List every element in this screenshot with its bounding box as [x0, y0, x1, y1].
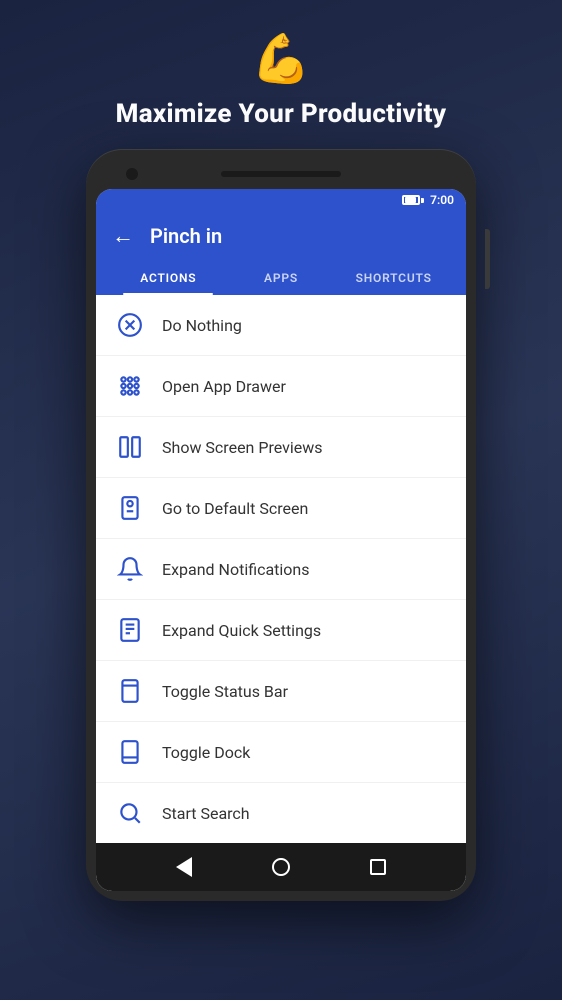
dock-icon: [116, 738, 144, 766]
header-title: Maximize Your Productivity: [116, 99, 447, 129]
toolbar-top: ← Pinch in: [112, 223, 450, 261]
action-item-go-to-default-screen[interactable]: Go to Default Screen: [96, 478, 466, 539]
action-item-expand-quick-settings[interactable]: Expand Quick Settings: [96, 600, 466, 661]
nav-recents-button[interactable]: [366, 855, 390, 879]
phone-top-bar: [96, 165, 466, 189]
action-label-expand-quick-settings: Expand Quick Settings: [162, 621, 321, 640]
action-label-open-app-drawer: Open App Drawer: [162, 377, 286, 396]
action-item-toggle-status-bar[interactable]: Toggle Status Bar: [96, 661, 466, 722]
status-bar: 7:00: [96, 189, 466, 211]
recents-square-icon: [370, 859, 386, 875]
header-section: 💪 Maximize Your Productivity: [96, 0, 467, 149]
action-item-open-app-drawer[interactable]: Open App Drawer: [96, 356, 466, 417]
action-label-toggle-status-bar: Toggle Status Bar: [162, 682, 288, 701]
action-item-start-search[interactable]: Start Search: [96, 783, 466, 843]
grid-icon: [116, 372, 144, 400]
phone-wrapper: 7:00 ← Pinch in ACTIONS APPS SHORTCUTS: [86, 149, 476, 901]
action-label-toggle-dock: Toggle Dock: [162, 743, 250, 762]
speaker-bar: [221, 171, 341, 177]
tab-shortcuts[interactable]: SHORTCUTS: [337, 261, 450, 295]
app-toolbar: ← Pinch in ACTIONS APPS SHORTCUTS: [96, 211, 466, 295]
actions-list: Do Nothing Op: [96, 295, 466, 843]
action-label-expand-notifications: Expand Notifications: [162, 560, 310, 579]
x-circle-icon: [116, 311, 144, 339]
nav-home-button[interactable]: [269, 855, 293, 879]
bell-icon: [116, 555, 144, 583]
camera-dot: [126, 168, 138, 180]
action-label-show-screen-previews: Show Screen Previews: [162, 438, 323, 457]
phone-top-icon: [116, 677, 144, 705]
action-item-toggle-dock[interactable]: Toggle Dock: [96, 722, 466, 783]
phone-bottom-bar: [96, 843, 466, 891]
action-item-expand-notifications[interactable]: Expand Notifications: [96, 539, 466, 600]
action-item-show-screen-previews[interactable]: Show Screen Previews: [96, 417, 466, 478]
tab-apps[interactable]: APPS: [225, 261, 338, 295]
home-icon: [116, 494, 144, 522]
action-label-start-search: Start Search: [162, 804, 250, 823]
action-item-do-nothing[interactable]: Do Nothing: [96, 295, 466, 356]
side-button: [485, 229, 490, 289]
tab-actions[interactable]: ACTIONS: [112, 261, 225, 295]
search-icon: [116, 799, 144, 827]
emoji-icon: 💪: [251, 30, 311, 87]
screen-preview-icon: [116, 433, 144, 461]
back-triangle-icon: [176, 857, 192, 877]
battery-icon: [402, 195, 424, 205]
back-button[interactable]: ←: [112, 223, 134, 249]
phone-screen: 7:00 ← Pinch in ACTIONS APPS SHORTCUTS: [96, 189, 466, 891]
home-circle-icon: [272, 858, 290, 876]
action-label-go-to-default-screen: Go to Default Screen: [162, 499, 308, 518]
status-time: 7:00: [430, 193, 454, 207]
quick-settings-icon: [116, 616, 144, 644]
toolbar-title: Pinch in: [150, 224, 222, 248]
action-label-do-nothing: Do Nothing: [162, 316, 242, 335]
tabs-row: ACTIONS APPS SHORTCUTS: [112, 261, 450, 295]
nav-back-button[interactable]: [172, 855, 196, 879]
